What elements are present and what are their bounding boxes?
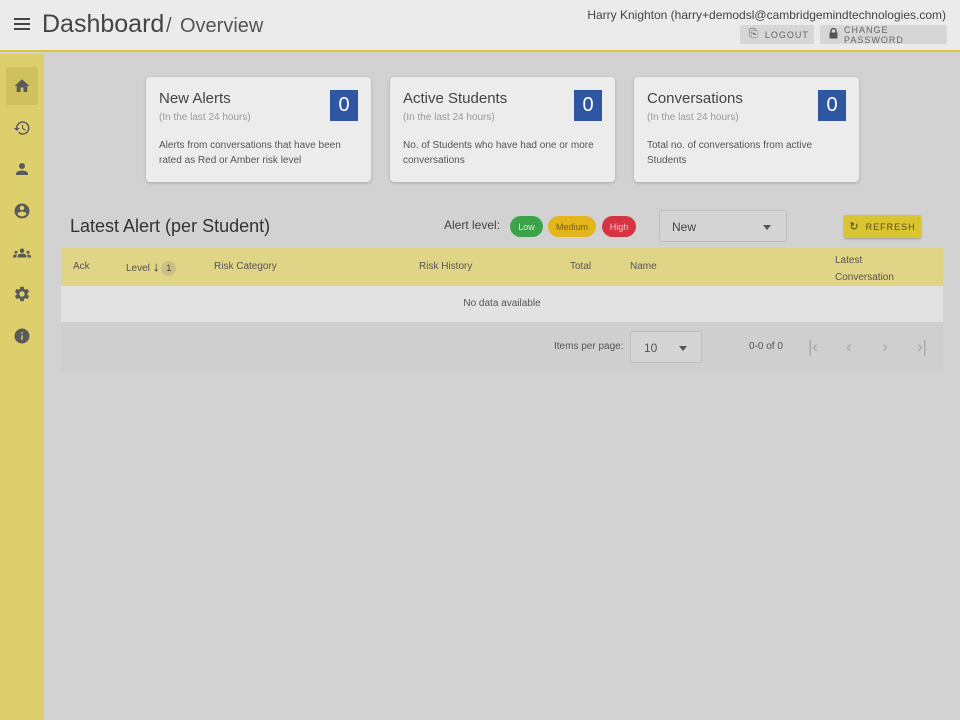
card-description: Alerts from conversations that have been… [159, 140, 341, 166]
gear-icon [15, 286, 30, 302]
home-icon [14, 79, 30, 92]
sidebar-item-account[interactable] [6, 192, 38, 230]
paginator: Items per page: 10 0-0 of 0 |‹ ‹ › ›| [61, 322, 943, 372]
sidebar-item-info[interactable] [6, 317, 38, 355]
card-title: Conversations [647, 90, 743, 107]
breadcrumb-current: Overview [180, 15, 264, 37]
card-count-badge: 0 [574, 90, 602, 121]
card-subtitle: (In the last 24 hours) [647, 112, 739, 123]
items-per-page-label: Items per page: [554, 341, 624, 352]
logout-label: LOGOUT [764, 29, 809, 40]
refresh-label: REFRESH [865, 221, 916, 232]
refresh-button[interactable]: ↻ REFRESH [844, 215, 921, 238]
column-level[interactable]: Level ↓ 1 [126, 259, 177, 276]
card-title: Active Students [403, 90, 508, 107]
sidebar-item-history[interactable] [6, 109, 38, 147]
top-bar: Dashboard / Overview Harry Knighton (har… [0, 0, 960, 52]
alert-level-low-chip[interactable]: Low [510, 216, 543, 237]
alert-level-high-chip[interactable]: High [602, 216, 636, 237]
arrow-down-icon: ↓ [152, 259, 160, 274]
items-per-page-value: 10 [644, 341, 658, 355]
sidebar-item-settings[interactable] [6, 275, 38, 313]
card-count-badge: 0 [330, 90, 358, 121]
table-header: Ack Level ↓ 1 Risk Category Risk History T… [61, 248, 943, 286]
active-students-card: Active Students (In the last 24 hours) N… [390, 77, 615, 182]
new-alerts-card: New Alerts (In the last 24 hours) Alerts… [146, 77, 371, 182]
logout-button[interactable]: ⎘ LOGOUT [740, 25, 814, 44]
next-page-icon[interactable]: › [873, 335, 897, 359]
sidebar-item-groups[interactable] [6, 234, 38, 272]
column-level-label: Level [126, 263, 150, 274]
previous-page-icon[interactable]: ‹ [837, 335, 861, 359]
card-count-badge: 0 [818, 90, 846, 121]
breadcrumb-separator: / [166, 15, 172, 37]
lock-icon [829, 27, 838, 42]
page-range: 0-0 of 0 [749, 341, 783, 352]
column-name[interactable]: Name [630, 261, 657, 272]
sort-order-badge: 1 [161, 261, 177, 276]
user-info: Harry Knighton (harry+demodsl@cambridgem… [587, 8, 946, 22]
card-description: No. of Students who have had one or more… [403, 140, 594, 166]
chevron-down-icon [763, 225, 771, 230]
card-title: New Alerts [159, 90, 231, 107]
column-latest-conversation[interactable]: Latest Conversation [835, 252, 905, 286]
column-risk-category[interactable]: Risk Category [214, 261, 277, 272]
table-empty-message: No data available [61, 286, 943, 322]
column-risk-history[interactable]: Risk History [419, 261, 472, 272]
change-password-label: CHANGE PASSWORD [844, 24, 904, 45]
column-ack[interactable]: Ack [73, 261, 90, 272]
change-password-button[interactable]: CHANGE PASSWORD [820, 24, 947, 45]
group-icon [13, 248, 31, 258]
menu-icon[interactable] [12, 15, 34, 37]
info-icon [14, 328, 30, 344]
card-subtitle: (In the last 24 hours) [403, 112, 495, 123]
chevron-down-icon [679, 346, 687, 351]
section-title: Latest Alert (per Student) [70, 216, 271, 236]
logout-icon: ⎘ [749, 28, 759, 40]
breadcrumb-dashboard[interactable]: Dashboard [42, 10, 164, 39]
status-filter-value: New [672, 220, 697, 234]
sidebar [0, 54, 44, 720]
column-total[interactable]: Total [570, 261, 591, 272]
conversations-card: Conversations (In the last 24 hours) Tot… [634, 77, 859, 182]
history-icon [13, 121, 30, 135]
sidebar-item-home[interactable] [6, 67, 38, 105]
refresh-icon: ↻ [849, 221, 860, 233]
first-page-icon[interactable]: |‹ [801, 335, 825, 359]
card-description: Total no. of conversations from active S… [647, 140, 813, 166]
status-filter-select[interactable]: New [659, 210, 787, 242]
account-circle-icon [14, 203, 30, 219]
card-subtitle: (In the last 24 hours) [159, 112, 251, 123]
alert-level-medium-chip[interactable]: Medium [548, 216, 596, 237]
person-icon [16, 163, 28, 175]
last-page-icon[interactable]: ›| [910, 335, 934, 359]
sidebar-item-person[interactable] [6, 150, 38, 188]
alert-level-label: Alert level: [444, 218, 501, 232]
items-per-page-select[interactable]: 10 [630, 331, 702, 363]
